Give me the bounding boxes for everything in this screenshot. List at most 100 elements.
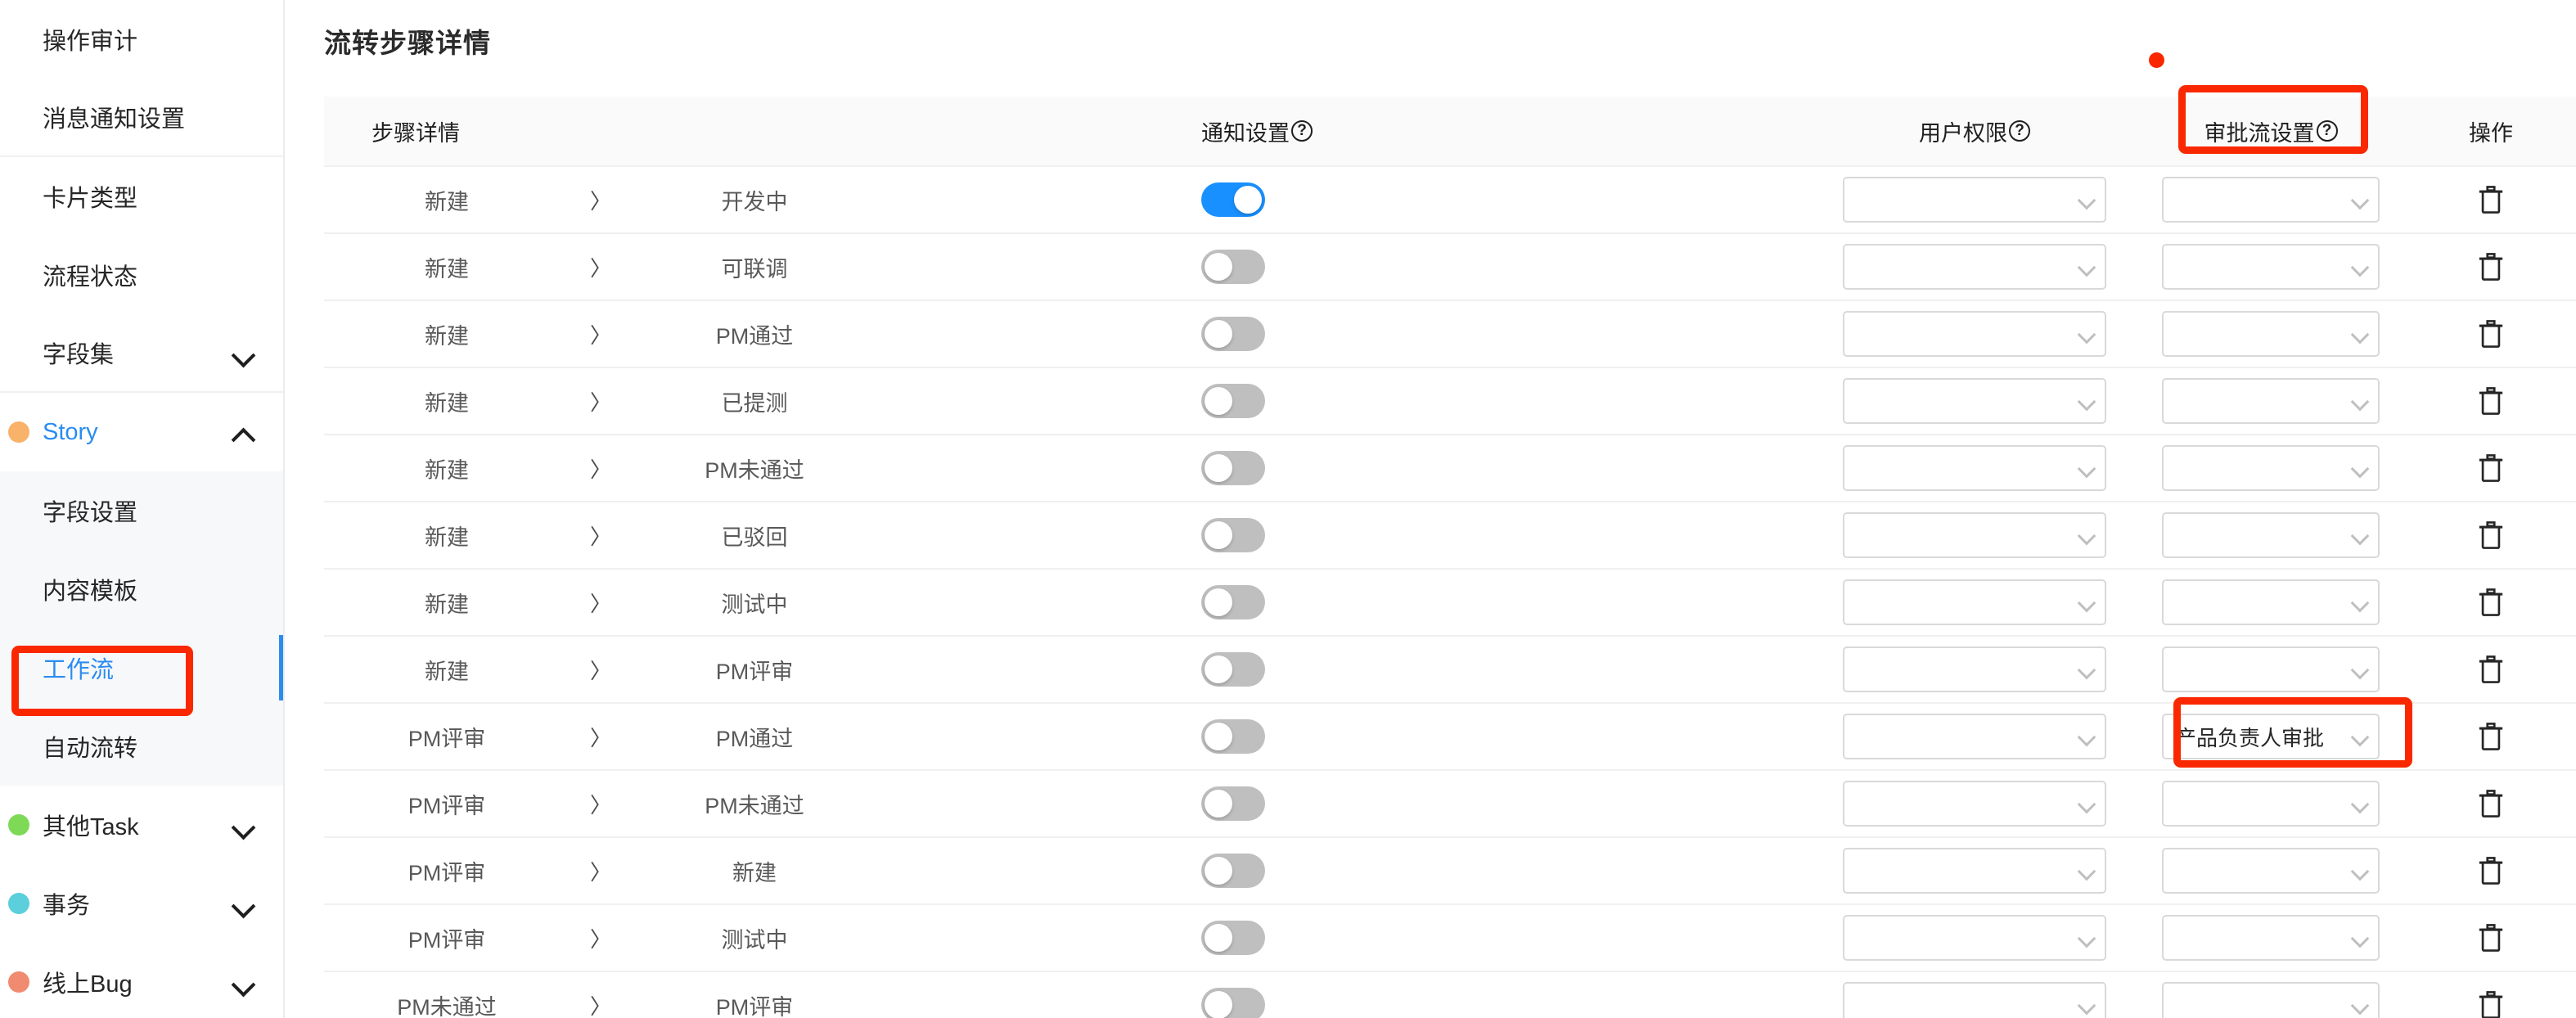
cell-step-detail: PM评审 〉 新建 — [324, 838, 1201, 903]
user-permission-select[interactable] — [1843, 445, 2106, 491]
cell-actions — [2406, 570, 2576, 635]
chevron-down-icon — [2352, 596, 2367, 610]
chevron-down-icon[interactable] — [232, 971, 255, 993]
trash-icon[interactable] — [2477, 989, 2505, 1018]
step-to-status: 已提测 — [721, 390, 788, 416]
sidebar-subitem-label: 字段设置 — [43, 500, 138, 526]
sidebar-item-4[interactable]: 字段集 — [0, 314, 283, 393]
approval-flow-select[interactable] — [2162, 244, 2380, 290]
cell-actions — [2406, 301, 2576, 367]
sidebar-subitem-0[interactable]: 字段设置 — [0, 471, 283, 550]
notify-toggle[interactable] — [1201, 854, 1265, 888]
user-permission-select[interactable] — [1843, 781, 2106, 827]
step-arrow-icon: 〉 — [589, 926, 611, 952]
chevron-down-icon[interactable] — [232, 813, 255, 836]
trash-icon[interactable] — [2477, 855, 2505, 886]
notify-toggle[interactable] — [1201, 250, 1265, 284]
sidebar-item-0[interactable]: 操作审计 — [0, 0, 283, 79]
sidebar-bottom-item-1[interactable]: 事务 — [0, 864, 283, 943]
sidebar-bottom-item-2[interactable]: 线上Bug — [0, 943, 283, 1018]
approval-flow-select[interactable] — [2162, 311, 2380, 357]
sidebar-item-label: 线上Bug — [43, 971, 133, 998]
sidebar-item-label: 操作审计 — [43, 29, 138, 55]
approval-flow-select[interactable] — [2162, 781, 2380, 827]
sidebar-item-label: 字段集 — [43, 342, 115, 368]
notify-toggle[interactable] — [1201, 518, 1265, 552]
user-permission-select[interactable] — [1843, 311, 2106, 357]
notify-toggle[interactable] — [1201, 182, 1265, 217]
user-permission-select[interactable] — [1843, 177, 2106, 223]
trash-icon[interactable] — [2477, 251, 2505, 282]
approval-flow-select[interactable] — [2162, 646, 2380, 692]
help-circle-icon[interactable]: ? — [2316, 120, 2338, 142]
notify-toggle[interactable] — [1201, 786, 1265, 821]
chevron-down-icon — [2078, 596, 2093, 610]
user-permission-select[interactable] — [1843, 982, 2106, 1018]
approval-flow-select[interactable] — [2162, 915, 2380, 961]
sidebar-subitem-1[interactable]: 内容模板 — [0, 550, 283, 628]
user-permission-select[interactable] — [1843, 244, 2106, 290]
notify-toggle[interactable] — [1201, 384, 1265, 418]
trash-icon[interactable] — [2477, 184, 2505, 215]
trash-icon[interactable] — [2477, 721, 2505, 752]
notify-toggle[interactable] — [1201, 652, 1265, 687]
sidebar-item-3[interactable]: 流程状态 — [0, 236, 283, 314]
cell-approval-flow — [2136, 301, 2406, 367]
trash-icon[interactable] — [2477, 788, 2505, 819]
chevron-down-icon[interactable] — [232, 341, 255, 364]
table-row: 新建 〉 测试中 — [324, 570, 2576, 637]
step-to-status: PM通过 — [715, 323, 794, 349]
step-to-status: PM评审 — [715, 994, 794, 1018]
trash-icon[interactable] — [2477, 654, 2505, 685]
approval-flow-select[interactable] — [2162, 982, 2380, 1018]
trash-icon[interactable] — [2477, 453, 2505, 484]
chevron-down-icon[interactable] — [232, 892, 255, 915]
user-permission-select[interactable] — [1843, 714, 2106, 759]
sidebar-bottom-item-0[interactable]: 其他Task — [0, 786, 283, 864]
step-arrow-icon: 〉 — [589, 658, 611, 683]
notify-toggle[interactable] — [1201, 451, 1265, 485]
cell-notify-setting — [1201, 704, 1813, 769]
notify-toggle[interactable] — [1201, 317, 1265, 351]
user-permission-select[interactable] — [1843, 646, 2106, 692]
user-permission-select[interactable] — [1843, 848, 2106, 894]
sidebar-item-1[interactable]: 消息通知设置 — [0, 79, 283, 157]
cell-actions — [2406, 637, 2576, 702]
user-permission-select[interactable] — [1843, 512, 2106, 558]
approval-flow-select[interactable]: 产品负责人审批 — [2162, 714, 2380, 759]
user-permission-select[interactable] — [1843, 378, 2106, 424]
sidebar-subitem-3[interactable]: 自动流转 — [0, 707, 283, 786]
sidebar-subitem-label: 自动流转 — [43, 736, 138, 762]
user-permission-select[interactable] — [1843, 915, 2106, 961]
help-circle-icon[interactable]: ? — [2009, 120, 2030, 142]
approval-flow-select[interactable] — [2162, 848, 2380, 894]
trash-icon[interactable] — [2477, 520, 2505, 551]
approval-flow-select[interactable] — [2162, 378, 2380, 424]
approval-flow-select[interactable] — [2162, 177, 2380, 223]
sidebar-item-2[interactable]: 卡片类型 — [0, 157, 283, 236]
cell-step-detail: 新建 〉 已提测 — [324, 368, 1201, 434]
trash-icon[interactable] — [2477, 385, 2505, 417]
notify-toggle[interactable] — [1201, 988, 1265, 1018]
trash-icon[interactable] — [2477, 922, 2505, 953]
approval-flow-select[interactable] — [2162, 512, 2380, 558]
table-row: PM评审 〉 测试中 — [324, 905, 2576, 972]
toggle-knob — [1205, 857, 1232, 885]
step-arrow-icon: 〉 — [589, 188, 611, 214]
user-permission-select[interactable] — [1843, 579, 2106, 625]
step-from-status: PM评审 — [408, 927, 486, 953]
trash-icon[interactable] — [2477, 318, 2505, 349]
approval-flow-select[interactable] — [2162, 445, 2380, 491]
sidebar-item-5[interactable]: Story — [0, 393, 283, 471]
help-circle-icon[interactable]: ? — [1291, 120, 1313, 142]
notify-toggle[interactable] — [1201, 585, 1265, 619]
chevron-up-icon[interactable] — [232, 421, 255, 444]
notify-toggle[interactable] — [1201, 719, 1265, 754]
trash-icon[interactable] — [2477, 587, 2505, 618]
chevron-down-icon — [2078, 394, 2093, 409]
approval-flow-select[interactable] — [2162, 579, 2380, 625]
cell-actions — [2406, 905, 2576, 971]
sidebar-subitem-2[interactable]: 工作流 — [0, 628, 283, 707]
notify-toggle[interactable] — [1201, 921, 1265, 955]
step-to-status: PM未通过 — [705, 793, 804, 818]
